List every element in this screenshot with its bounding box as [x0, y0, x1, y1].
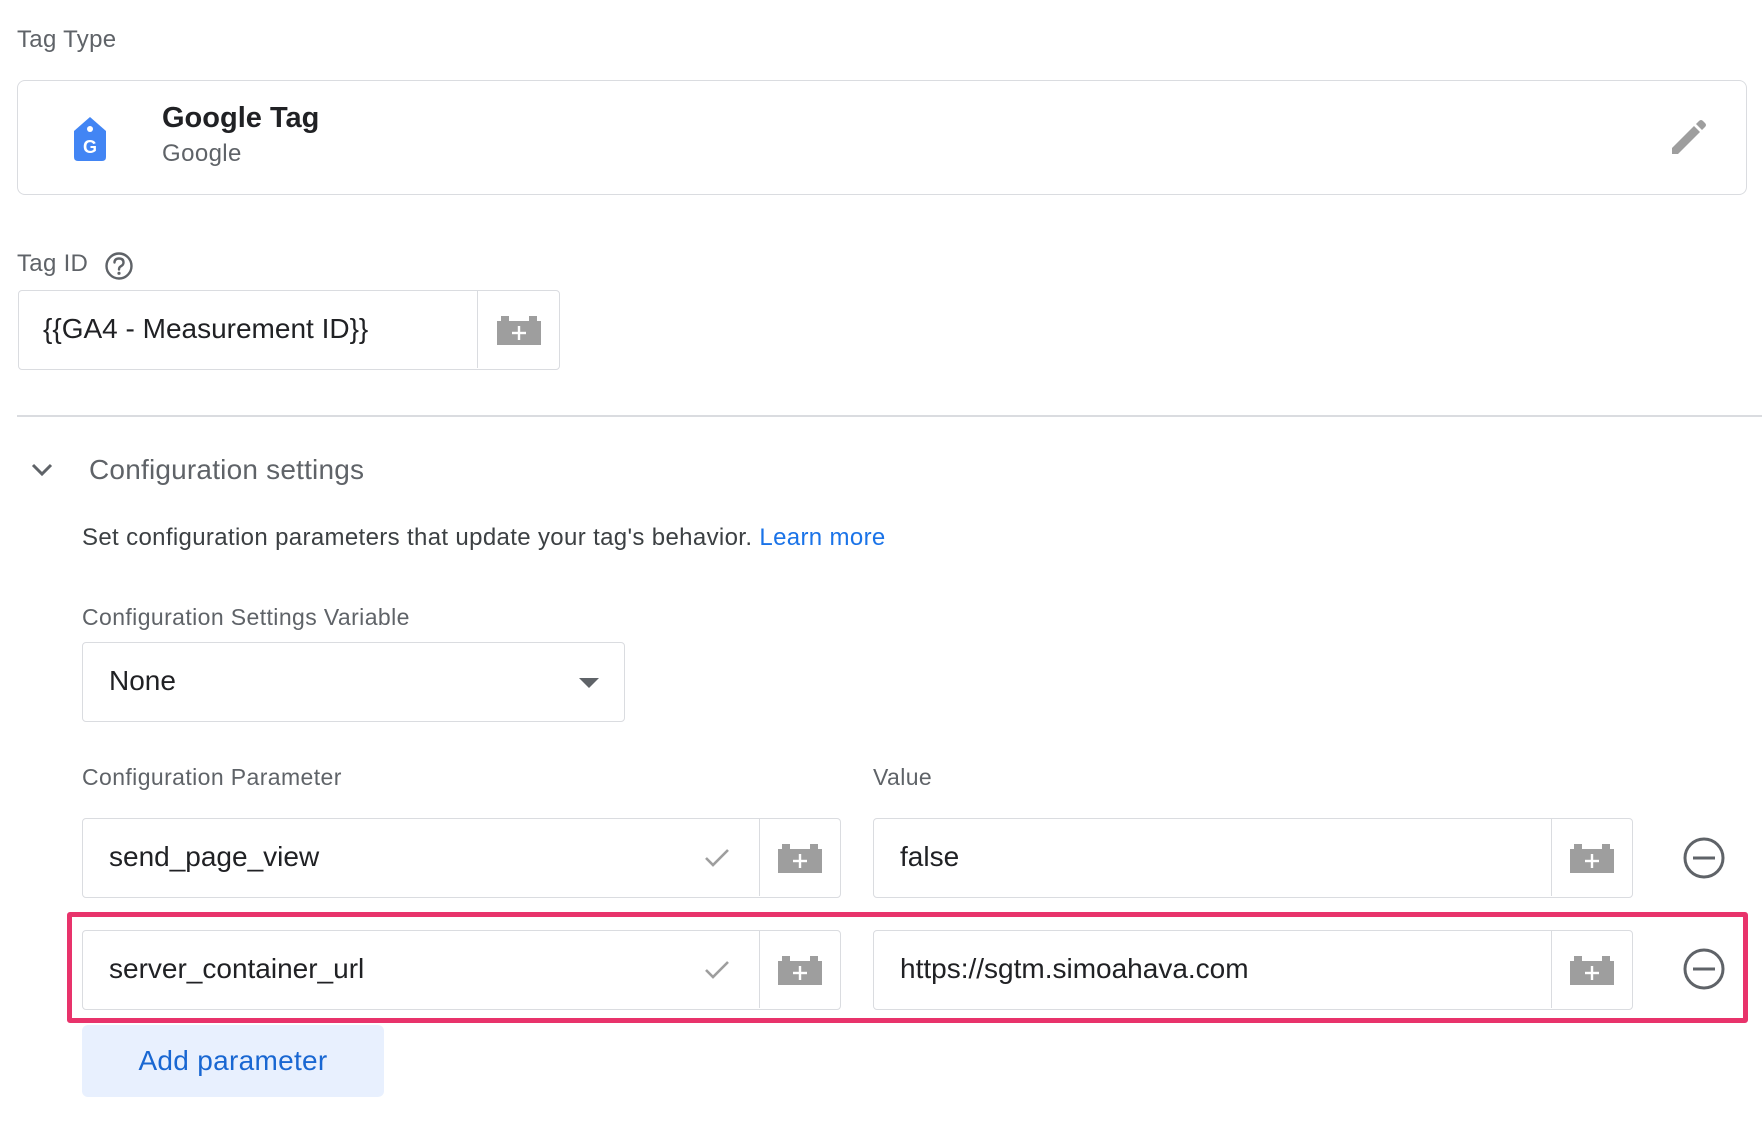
value-field-value: https://sgtm.simoahava.com [900, 953, 1249, 984]
variable-picker-icon [778, 955, 822, 985]
chevron-down-icon[interactable] [28, 456, 56, 484]
check-icon [702, 843, 732, 873]
tag-type-name: Google Tag [162, 102, 320, 134]
parameter-variable-button[interactable] [759, 931, 840, 1008]
minus-circle-icon [1683, 837, 1725, 879]
tag-id-field[interactable]: {{GA4 - Measurement ID}} [18, 290, 560, 370]
settings-variable-label: Configuration Settings Variable [82, 604, 410, 630]
parameter-column-header: Configuration Parameter [82, 764, 342, 790]
tag-type-vendor: Google [162, 140, 242, 167]
value-variable-button[interactable] [1551, 819, 1632, 896]
variable-picker-icon [778, 843, 822, 873]
variable-picker-icon [1570, 843, 1614, 873]
variable-picker-icon [496, 315, 541, 345]
learn-more-link[interactable]: Learn more [759, 524, 885, 551]
tag-type-label: Tag Type [17, 26, 117, 53]
config-description-text: Set configuration parameters that update… [82, 524, 753, 551]
config-settings-title[interactable]: Configuration settings [89, 454, 364, 486]
parameter-field-value: server_container_url [109, 953, 365, 984]
variable-picker-icon [1570, 955, 1614, 985]
section-divider [17, 415, 1762, 417]
svg-text:G: G [83, 137, 97, 157]
pencil-icon[interactable] [1668, 118, 1708, 158]
parameter-field[interactable]: server_container_url [82, 930, 841, 1010]
google-tag-icon: G [72, 115, 108, 163]
remove-row-button[interactable] [1682, 947, 1726, 991]
add-parameter-button[interactable]: Add parameter [82, 1025, 384, 1097]
dropdown-arrow-icon [579, 678, 599, 688]
tag-id-variable-button[interactable] [477, 291, 559, 368]
config-description: Set configuration parameters that update… [82, 524, 886, 552]
value-field[interactable]: https://sgtm.simoahava.com [873, 930, 1633, 1010]
settings-variable-value: None [109, 665, 176, 696]
settings-variable-select[interactable]: None [82, 642, 625, 722]
value-column-header: Value [873, 764, 933, 790]
value-field[interactable]: false [873, 818, 1633, 898]
tag-type-card[interactable] [17, 80, 1747, 195]
check-icon [702, 955, 732, 985]
remove-row-button[interactable] [1682, 836, 1726, 880]
value-field-value: false [900, 841, 960, 872]
add-parameter-label: Add parameter [138, 1045, 328, 1076]
parameter-variable-button[interactable] [759, 819, 840, 896]
tag-id-label: Tag ID [17, 250, 89, 277]
value-variable-button[interactable] [1551, 931, 1632, 1008]
parameter-field-value: send_page_view [109, 841, 320, 872]
minus-circle-icon [1683, 948, 1725, 990]
tag-id-value: {{GA4 - Measurement ID}} [43, 313, 369, 344]
help-circle-icon[interactable] [104, 251, 134, 281]
parameter-field[interactable]: send_page_view [82, 818, 841, 898]
